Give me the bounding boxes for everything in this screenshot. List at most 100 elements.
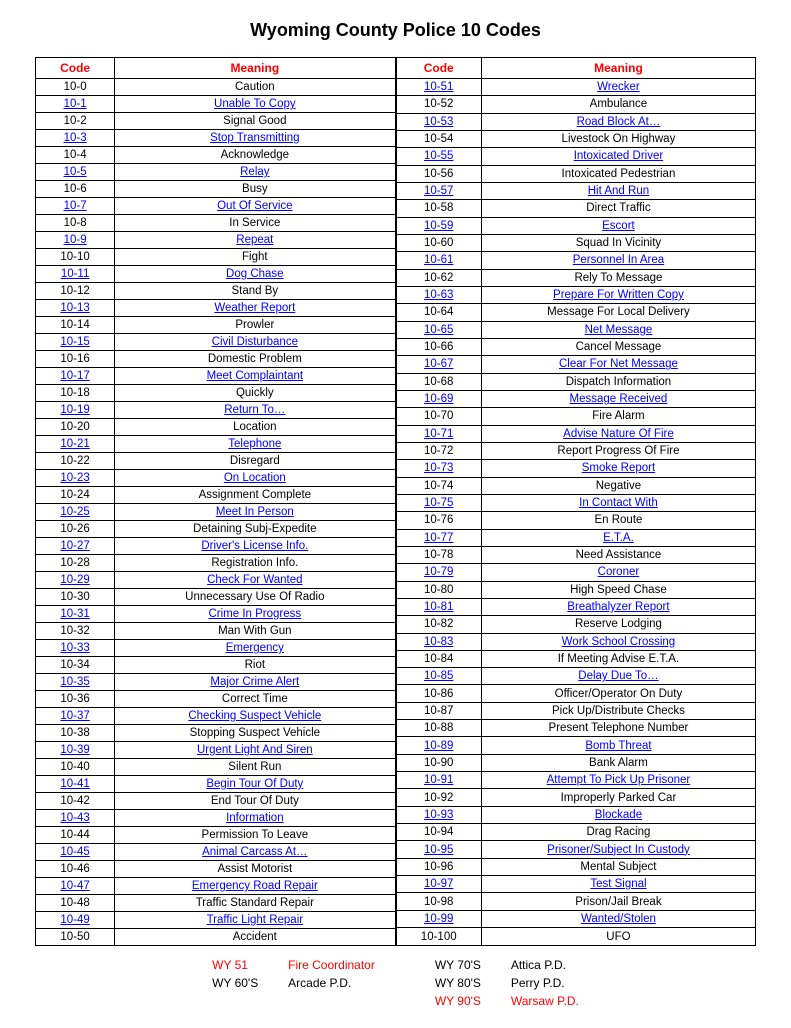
table-row: Registration Info. [115, 555, 395, 572]
table-row: Fight [115, 249, 395, 266]
table-row: 10-65 [396, 321, 481, 338]
table-row: Prowler [115, 317, 395, 334]
table-row: Present Telephone Number [481, 720, 755, 737]
footer-left-col: WY 51Fire Coordinator WY 60'SArcade P.D. [212, 958, 375, 1008]
table-row: Busy [115, 181, 395, 198]
table-row: Major Crime Alert [115, 674, 395, 691]
table-row: 10-42 [36, 793, 115, 810]
table-row: 10-100 [396, 928, 481, 946]
table-row: Direct Traffic [481, 200, 755, 217]
table-row: 10-44 [36, 827, 115, 844]
table-row: 10-0 [36, 79, 115, 96]
table-row: Officer/Operator On Duty [481, 685, 755, 702]
table-row: 10-66 [396, 338, 481, 355]
table-row: 10-62 [396, 269, 481, 286]
table-row: Breathalyzer Report [481, 598, 755, 615]
table-row: 10-16 [36, 351, 115, 368]
table-row: Prepare For Written Copy [481, 286, 755, 303]
table-row: Driver's License Info. [115, 538, 395, 555]
table-row: 10-20 [36, 419, 115, 436]
table-row: Prisoner/Subject In Custody [481, 841, 755, 858]
table-row: E.T.A. [481, 529, 755, 546]
table-row: Work School Crossing [481, 633, 755, 650]
footer-code: WY 80'S [435, 976, 495, 990]
table-row: Intoxicated Pedestrian [481, 165, 755, 182]
table-row: Weather Report [115, 300, 395, 317]
footer-item: WY 51Fire Coordinator [212, 958, 375, 972]
table-row: 10-80 [396, 581, 481, 598]
table-row: Prison/Jail Break [481, 893, 755, 910]
footer-code: WY 70'S [435, 958, 495, 972]
table-row: 10-85 [396, 668, 481, 685]
table-row: 10-87 [396, 702, 481, 719]
table-row: 10-67 [396, 356, 481, 373]
table-row: 10-79 [396, 564, 481, 581]
table-row: Domestic Problem [115, 351, 395, 368]
table-row: Traffic Light Repair [115, 912, 395, 929]
table-row: Mental Subject [481, 858, 755, 875]
table-row: High Speed Chase [481, 581, 755, 598]
table-row: 10-2 [36, 113, 115, 130]
table-row: 10-58 [396, 200, 481, 217]
table-row: 10-50 [36, 929, 115, 946]
table-row: Quickly [115, 385, 395, 402]
footer-code: WY 60'S [212, 976, 272, 990]
table-row: 10-35 [36, 674, 115, 691]
table-row: 10-24 [36, 487, 115, 504]
table-row: Smoke Report [481, 460, 755, 477]
table-row: 10-15 [36, 334, 115, 351]
table-row: 10-88 [396, 720, 481, 737]
footer-item: WY 70'SAttica P.D. [435, 958, 579, 972]
table-row: Bomb Threat [481, 737, 755, 754]
table-row: En Route [481, 512, 755, 529]
table-row: Location [115, 419, 395, 436]
table-row: 10-75 [396, 494, 481, 511]
table-row: Correct Time [115, 691, 395, 708]
table-row: 10-27 [36, 538, 115, 555]
tables-container: Code Meaning 10-0Caution10-1Unable To Co… [20, 57, 771, 946]
table-row: 10-94 [396, 824, 481, 841]
table-row: 10-34 [36, 657, 115, 674]
table-row: 10-23 [36, 470, 115, 487]
table-row: 10-13 [36, 300, 115, 317]
table-row: Unnecessary Use Of Radio [115, 589, 395, 606]
table-row: Meet Complaintant [115, 368, 395, 385]
table-row: 10-33 [36, 640, 115, 657]
table-row: Hit And Run [481, 182, 755, 199]
table-row: 10-99 [396, 910, 481, 927]
table-row: Wrecker [481, 79, 755, 96]
table-row: 10-69 [396, 390, 481, 407]
table-left: Code Meaning 10-0Caution10-1Unable To Co… [35, 57, 395, 946]
table-row: 10-26 [36, 521, 115, 538]
table-row: Need Assistance [481, 546, 755, 563]
table-row: Dispatch Information [481, 373, 755, 390]
table-row: 10-45 [36, 844, 115, 861]
left-meaning-header: Meaning [115, 58, 395, 79]
table-row: 10-90 [396, 754, 481, 771]
table-row: Report Progress Of Fire [481, 442, 755, 459]
footer-item: WY 60'SArcade P.D. [212, 976, 375, 990]
table-row: Reserve Lodging [481, 616, 755, 633]
table-row: Stop Transmitting [115, 130, 395, 147]
table-row: Begin Tour Of Duty [115, 776, 395, 793]
table-row: Coroner [481, 564, 755, 581]
table-row: Bank Alarm [481, 754, 755, 771]
table-row: 10-57 [396, 182, 481, 199]
table-row: 10-22 [36, 453, 115, 470]
table-row: 10-91 [396, 772, 481, 789]
table-row: Emergency [115, 640, 395, 657]
table-row: Emergency Road Repair [115, 878, 395, 895]
table-row: Information [115, 810, 395, 827]
table-row: 10-97 [396, 876, 481, 893]
table-row: Dog Chase [115, 266, 395, 283]
table-row: 10-52 [396, 96, 481, 113]
table-row: Drag Racing [481, 824, 755, 841]
table-row: Accident [115, 929, 395, 946]
table-row: 10-9 [36, 232, 115, 249]
table-row: 10-36 [36, 691, 115, 708]
table-row: 10-25 [36, 504, 115, 521]
table-row: 10-1 [36, 96, 115, 113]
table-row: 10-64 [396, 304, 481, 321]
table-row: 10-12 [36, 283, 115, 300]
table-row: 10-89 [396, 737, 481, 754]
